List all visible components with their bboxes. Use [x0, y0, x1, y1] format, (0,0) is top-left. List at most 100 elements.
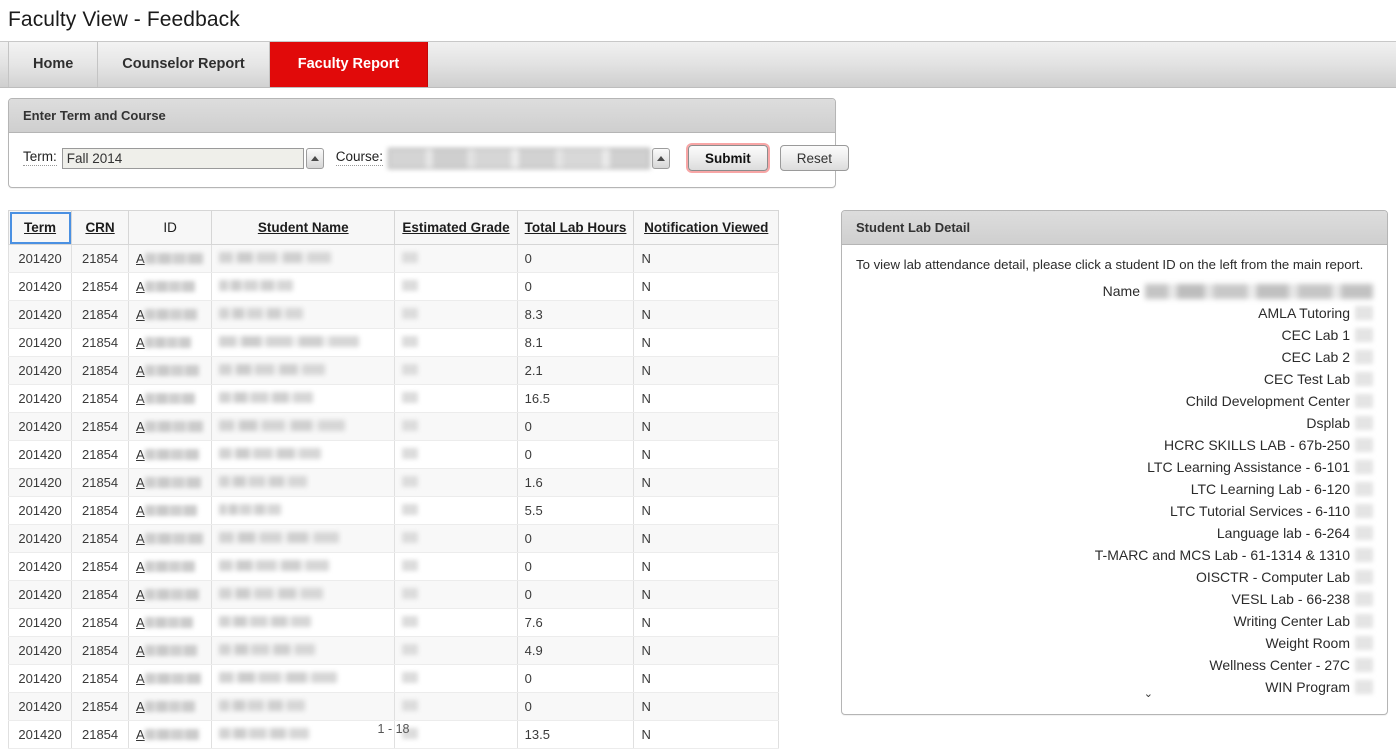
student-id-link[interactable]: A — [136, 391, 145, 406]
lab-detail-label: LTC Learning Assistance - 6-101 — [1147, 459, 1350, 475]
redacted-student-name — [219, 532, 340, 543]
cell-notification-viewed: N — [633, 468, 779, 497]
cell-student-id[interactable]: A — [128, 552, 213, 581]
student-id-link[interactable]: A — [136, 643, 145, 658]
course-dropdown-button[interactable] — [652, 147, 671, 169]
student-id-link[interactable]: A — [136, 419, 145, 434]
column-header-notification-viewed[interactable]: Notification Viewed — [633, 210, 779, 245]
cell-student-id[interactable]: A — [128, 328, 213, 357]
table-row: 201420 21854 A 1.6 N — [7, 468, 779, 497]
cell-term: 201420 — [7, 664, 73, 693]
table-row: 201420 21854 A 0 N — [7, 524, 779, 553]
student-id-link[interactable]: A — [136, 587, 145, 602]
term-dropdown-button[interactable] — [305, 147, 324, 169]
redacted-student-name — [219, 476, 308, 487]
student-id-link[interactable]: A — [136, 363, 145, 378]
column-header-term[interactable]: Term — [7, 210, 73, 245]
student-id-link[interactable]: A — [136, 671, 145, 686]
cell-student-name — [211, 244, 396, 273]
cell-total-lab-hours: 0 — [516, 272, 635, 301]
cell-student-id[interactable]: A — [128, 300, 213, 329]
table-row: 201420 21854 A 8.3 N — [7, 300, 779, 329]
tab-faculty-report[interactable]: Faculty Report — [269, 41, 429, 87]
cell-student-id[interactable]: A — [128, 468, 213, 497]
redacted-student-id — [144, 617, 193, 628]
table-row: 201420 21854 A 2.1 N — [7, 356, 779, 385]
student-id-link[interactable]: A — [136, 447, 145, 462]
chevron-down-icon[interactable]: ⌄ — [1144, 689, 1153, 700]
cell-notification-viewed: N — [633, 272, 779, 301]
cell-student-id[interactable]: A — [128, 608, 213, 637]
cell-student-name — [211, 412, 396, 441]
term-combo[interactable] — [61, 147, 324, 169]
term-input[interactable] — [61, 147, 304, 169]
cell-student-id[interactable]: A — [128, 412, 213, 441]
student-id-link[interactable]: A — [136, 251, 145, 266]
cell-term: 201420 — [7, 440, 73, 469]
cell-student-name — [211, 328, 396, 357]
student-id-link[interactable]: A — [136, 531, 145, 546]
table-row: 201420 21854 A 5.5 N — [7, 496, 779, 525]
table-row: 201420 21854 A 0 N — [7, 664, 779, 693]
cell-estimated-grade — [394, 272, 518, 301]
column-header-estimated-grade[interactable]: Estimated Grade — [394, 210, 518, 245]
redacted-estimated-grade — [402, 672, 419, 683]
cell-student-id[interactable]: A — [128, 272, 213, 301]
reset-button[interactable]: Reset — [779, 145, 850, 171]
cell-student-id[interactable]: A — [128, 664, 213, 693]
cell-student-id[interactable]: A — [128, 440, 213, 469]
cell-student-name — [211, 440, 396, 469]
column-header-crn[interactable]: CRN — [71, 210, 130, 245]
lab-hours-value — [1355, 504, 1373, 518]
lab-detail-label: T-MARC and MCS Lab - 61-1314 & 1310 — [1094, 547, 1350, 563]
cell-student-id[interactable]: A — [128, 692, 213, 721]
cell-student-id[interactable]: A — [128, 356, 213, 385]
cell-estimated-grade — [394, 384, 518, 413]
cell-student-id[interactable]: A — [128, 580, 213, 609]
cell-crn: 21854 — [71, 524, 130, 553]
cell-term: 201420 — [7, 300, 73, 329]
redacted-student-id — [144, 645, 197, 656]
cell-student-id[interactable]: A — [128, 244, 213, 273]
lab-detail-row: OISCTR - Computer Lab — [856, 566, 1373, 588]
cell-total-lab-hours: 2.1 — [516, 356, 635, 385]
cell-student-id[interactable]: A — [128, 636, 213, 665]
lab-detail-label: Wellness Center - 27C — [1209, 657, 1350, 673]
cell-total-lab-hours: 0 — [516, 440, 635, 469]
cell-crn: 21854 — [71, 636, 130, 665]
student-id-link[interactable]: A — [136, 279, 145, 294]
cell-total-lab-hours: 0 — [516, 664, 635, 693]
redacted-student-id — [144, 309, 197, 320]
course-combo[interactable] — [388, 147, 671, 169]
lab-hours-value — [1355, 570, 1373, 584]
tab-home[interactable]: Home — [8, 41, 99, 87]
tab-counselor-report[interactable]: Counselor Report — [98, 41, 270, 87]
student-id-link[interactable]: A — [136, 503, 145, 518]
cell-estimated-grade — [394, 496, 518, 525]
lab-detail-row: Wellness Center - 27C — [856, 654, 1373, 676]
redacted-estimated-grade — [402, 700, 419, 711]
cell-term: 201420 — [7, 384, 73, 413]
column-header-student-name[interactable]: Student Name — [211, 210, 396, 245]
cell-student-name — [211, 468, 396, 497]
student-id-link[interactable]: A — [136, 307, 145, 322]
cell-estimated-grade — [394, 244, 518, 273]
course-input[interactable] — [388, 147, 651, 169]
student-id-link[interactable]: A — [136, 559, 145, 574]
submit-button[interactable]: Submit — [688, 145, 768, 171]
lab-hours-value — [1355, 328, 1373, 342]
cell-student-id[interactable]: A — [128, 524, 213, 553]
cell-crn: 21854 — [71, 356, 130, 385]
cell-student-id[interactable]: A — [128, 496, 213, 525]
cell-crn: 21854 — [71, 384, 130, 413]
redacted-estimated-grade — [402, 588, 419, 599]
student-id-link[interactable]: A — [136, 615, 145, 630]
column-header-total-lab-hours[interactable]: Total Lab Hours — [516, 210, 635, 245]
lab-detail-row: T-MARC and MCS Lab - 61-1314 & 1310 — [856, 544, 1373, 566]
student-id-link[interactable]: A — [136, 475, 145, 490]
student-id-link[interactable]: A — [136, 335, 145, 350]
cell-student-id[interactable]: A — [128, 384, 213, 413]
student-id-link[interactable]: A — [136, 699, 145, 714]
redacted-estimated-grade — [402, 392, 419, 403]
cell-notification-viewed: N — [633, 244, 779, 273]
